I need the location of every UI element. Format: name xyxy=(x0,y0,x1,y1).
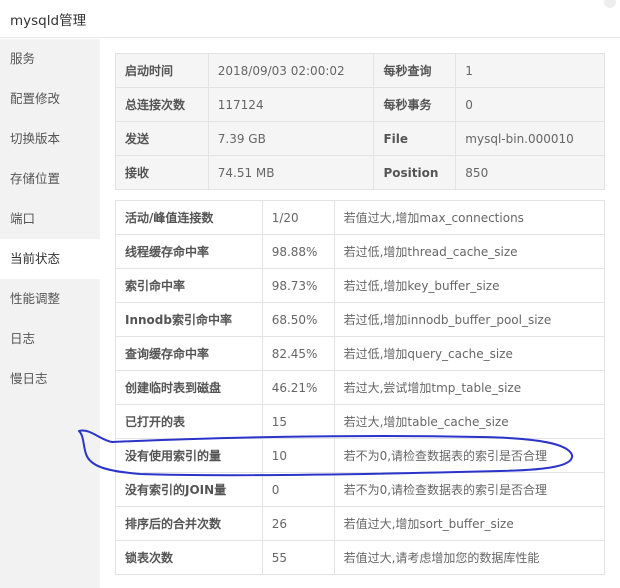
metric-name: 查询缓存命中率 xyxy=(115,336,263,371)
metric-name: 活动/峰值连接数 xyxy=(115,200,263,235)
metric-name: 没有索引的JOIN量 xyxy=(115,472,263,507)
metric-value: 98.73% xyxy=(261,268,335,303)
window-title: mysqld管理 xyxy=(10,13,87,29)
summary-key: 每秒查询 xyxy=(373,53,457,88)
summary-key: File xyxy=(373,121,457,156)
summary-value: 7.39 GB xyxy=(207,121,375,156)
table-row: 创建临时表到磁盘 46.21% 若过大,尝试增加tmp_table_size xyxy=(115,370,606,405)
metric-value: 82.45% xyxy=(261,336,335,371)
metric-value: 26 xyxy=(261,506,335,541)
metric-value: 55 xyxy=(261,540,335,575)
metric-value: 98.88% xyxy=(261,234,335,269)
metric-name: Innodb索引命中率 xyxy=(115,302,263,337)
summary-table: 启动时间 2018/09/03 02:00:02 每秒查询 1 总连接次数 11… xyxy=(115,53,605,190)
metric-name: 已打开的表 xyxy=(115,404,263,439)
metric-tip: 若过低,增加innodb_buffer_pool_size xyxy=(333,302,606,337)
metric-name: 线程缓存命中率 xyxy=(115,234,263,269)
sidebar-item-status[interactable]: 当前状态 xyxy=(0,239,100,279)
metric-name: 锁表次数 xyxy=(115,540,263,575)
summary-key: 每秒事务 xyxy=(373,87,457,122)
metric-value: 0 xyxy=(261,472,335,507)
metric-name: 索引命中率 xyxy=(115,268,263,303)
metric-tip: 若不为0,请检查数据表的索引是否合理 xyxy=(333,472,606,507)
sidebar-item-service[interactable]: 服务 xyxy=(0,39,100,79)
sidebar-item-version[interactable]: 切换版本 xyxy=(0,119,100,159)
sidebar-item-port[interactable]: 端口 xyxy=(0,199,100,239)
metric-value: 10 xyxy=(261,438,335,473)
table-row: 线程缓存命中率 98.88% 若过低,增加thread_cache_size xyxy=(115,234,606,269)
main-content: 启动时间 2018/09/03 02:00:02 每秒查询 1 总连接次数 11… xyxy=(100,39,620,588)
summary-value: 0 xyxy=(455,87,605,122)
sidebar-item-log[interactable]: 日志 xyxy=(0,319,100,359)
summary-value: 2018/09/03 02:00:02 xyxy=(207,53,375,88)
table-row: 锁表次数 55 若值过大,请考虑增加您的数据库性能 xyxy=(115,540,606,575)
table-row: 活动/峰值连接数 1/20 若值过大,增加max_connections xyxy=(115,200,606,235)
metric-name: 排序后的合并次数 xyxy=(115,506,263,541)
table-row: Innodb索引命中率 68.50% 若过低,增加innodb_buffer_p… xyxy=(115,302,606,337)
table-row: 接收 74.51 MB Position 850 xyxy=(115,155,605,190)
sidebar-item-storage[interactable]: 存储位置 xyxy=(0,159,100,199)
metric-name: 没有使用索引的量 xyxy=(115,438,263,473)
metric-tip: 若值过大,增加sort_buffer_size xyxy=(333,506,606,541)
sidebar-item-slow-log[interactable]: 慢日志 xyxy=(0,359,100,399)
table-row: 启动时间 2018/09/03 02:00:02 每秒查询 1 xyxy=(115,53,605,88)
sidebar: 服务 配置修改 切换版本 存储位置 端口 当前状态 性能调整 日志 慢日志 xyxy=(0,39,100,588)
summary-key: 接收 xyxy=(115,155,209,190)
table-row: 总连接次数 117124 每秒事务 0 xyxy=(115,87,605,122)
metric-tip: 若不为0,请检查数据表的索引是否合理 xyxy=(333,438,606,473)
table-row: 排序后的合并次数 26 若值过大,增加sort_buffer_size xyxy=(115,506,606,541)
metric-value: 68.50% xyxy=(261,302,335,337)
metric-tip: 若过低,增加thread_cache_size xyxy=(333,234,606,269)
summary-key: 发送 xyxy=(115,121,209,156)
metrics-table: 活动/峰值连接数 1/20 若值过大,增加max_connections 线程缓… xyxy=(115,200,606,575)
summary-value: mysql-bin.000010 xyxy=(455,121,605,156)
table-row: 发送 7.39 GB File mysql-bin.000010 xyxy=(115,121,605,156)
summary-value: 850 xyxy=(455,155,605,190)
sidebar-item-performance[interactable]: 性能调整 xyxy=(0,279,100,319)
metric-value: 46.21% xyxy=(261,370,335,405)
metric-name: 创建临时表到磁盘 xyxy=(115,370,263,405)
table-row: 查询缓存命中率 82.45% 若过低,增加query_cache_size xyxy=(115,336,606,371)
metric-tip: 若过大,尝试增加tmp_table_size xyxy=(333,370,606,405)
metric-tip: 若过低,增加key_buffer_size xyxy=(333,268,606,303)
metric-value: 15 xyxy=(261,404,335,439)
summary-value: 117124 xyxy=(207,87,375,122)
summary-key: 启动时间 xyxy=(115,53,209,88)
sidebar-item-config[interactable]: 配置修改 xyxy=(0,79,100,119)
metric-tip: 若过低,增加query_cache_size xyxy=(333,336,606,371)
close-icon[interactable] xyxy=(604,0,616,8)
table-row: 索引命中率 98.73% 若过低,增加key_buffer_size xyxy=(115,268,606,303)
summary-value: 74.51 MB xyxy=(207,155,375,190)
metric-tip: 若值过大,请考虑增加您的数据库性能 xyxy=(333,540,606,575)
summary-key: Position xyxy=(373,155,457,190)
table-row-highlighted: 没有使用索引的量 10 若不为0,请检查数据表的索引是否合理 xyxy=(115,438,606,473)
summary-value: 1 xyxy=(455,53,605,88)
metric-value: 1/20 xyxy=(261,200,335,235)
metric-tip: 若值过大,增加max_connections xyxy=(333,200,606,235)
table-row: 已打开的表 15 若过大,增加table_cache_size xyxy=(115,404,606,439)
title-bar: mysqld管理 xyxy=(0,0,620,38)
summary-key: 总连接次数 xyxy=(115,87,209,122)
table-row: 没有索引的JOIN量 0 若不为0,请检查数据表的索引是否合理 xyxy=(115,472,606,507)
metric-tip: 若过大,增加table_cache_size xyxy=(333,404,606,439)
